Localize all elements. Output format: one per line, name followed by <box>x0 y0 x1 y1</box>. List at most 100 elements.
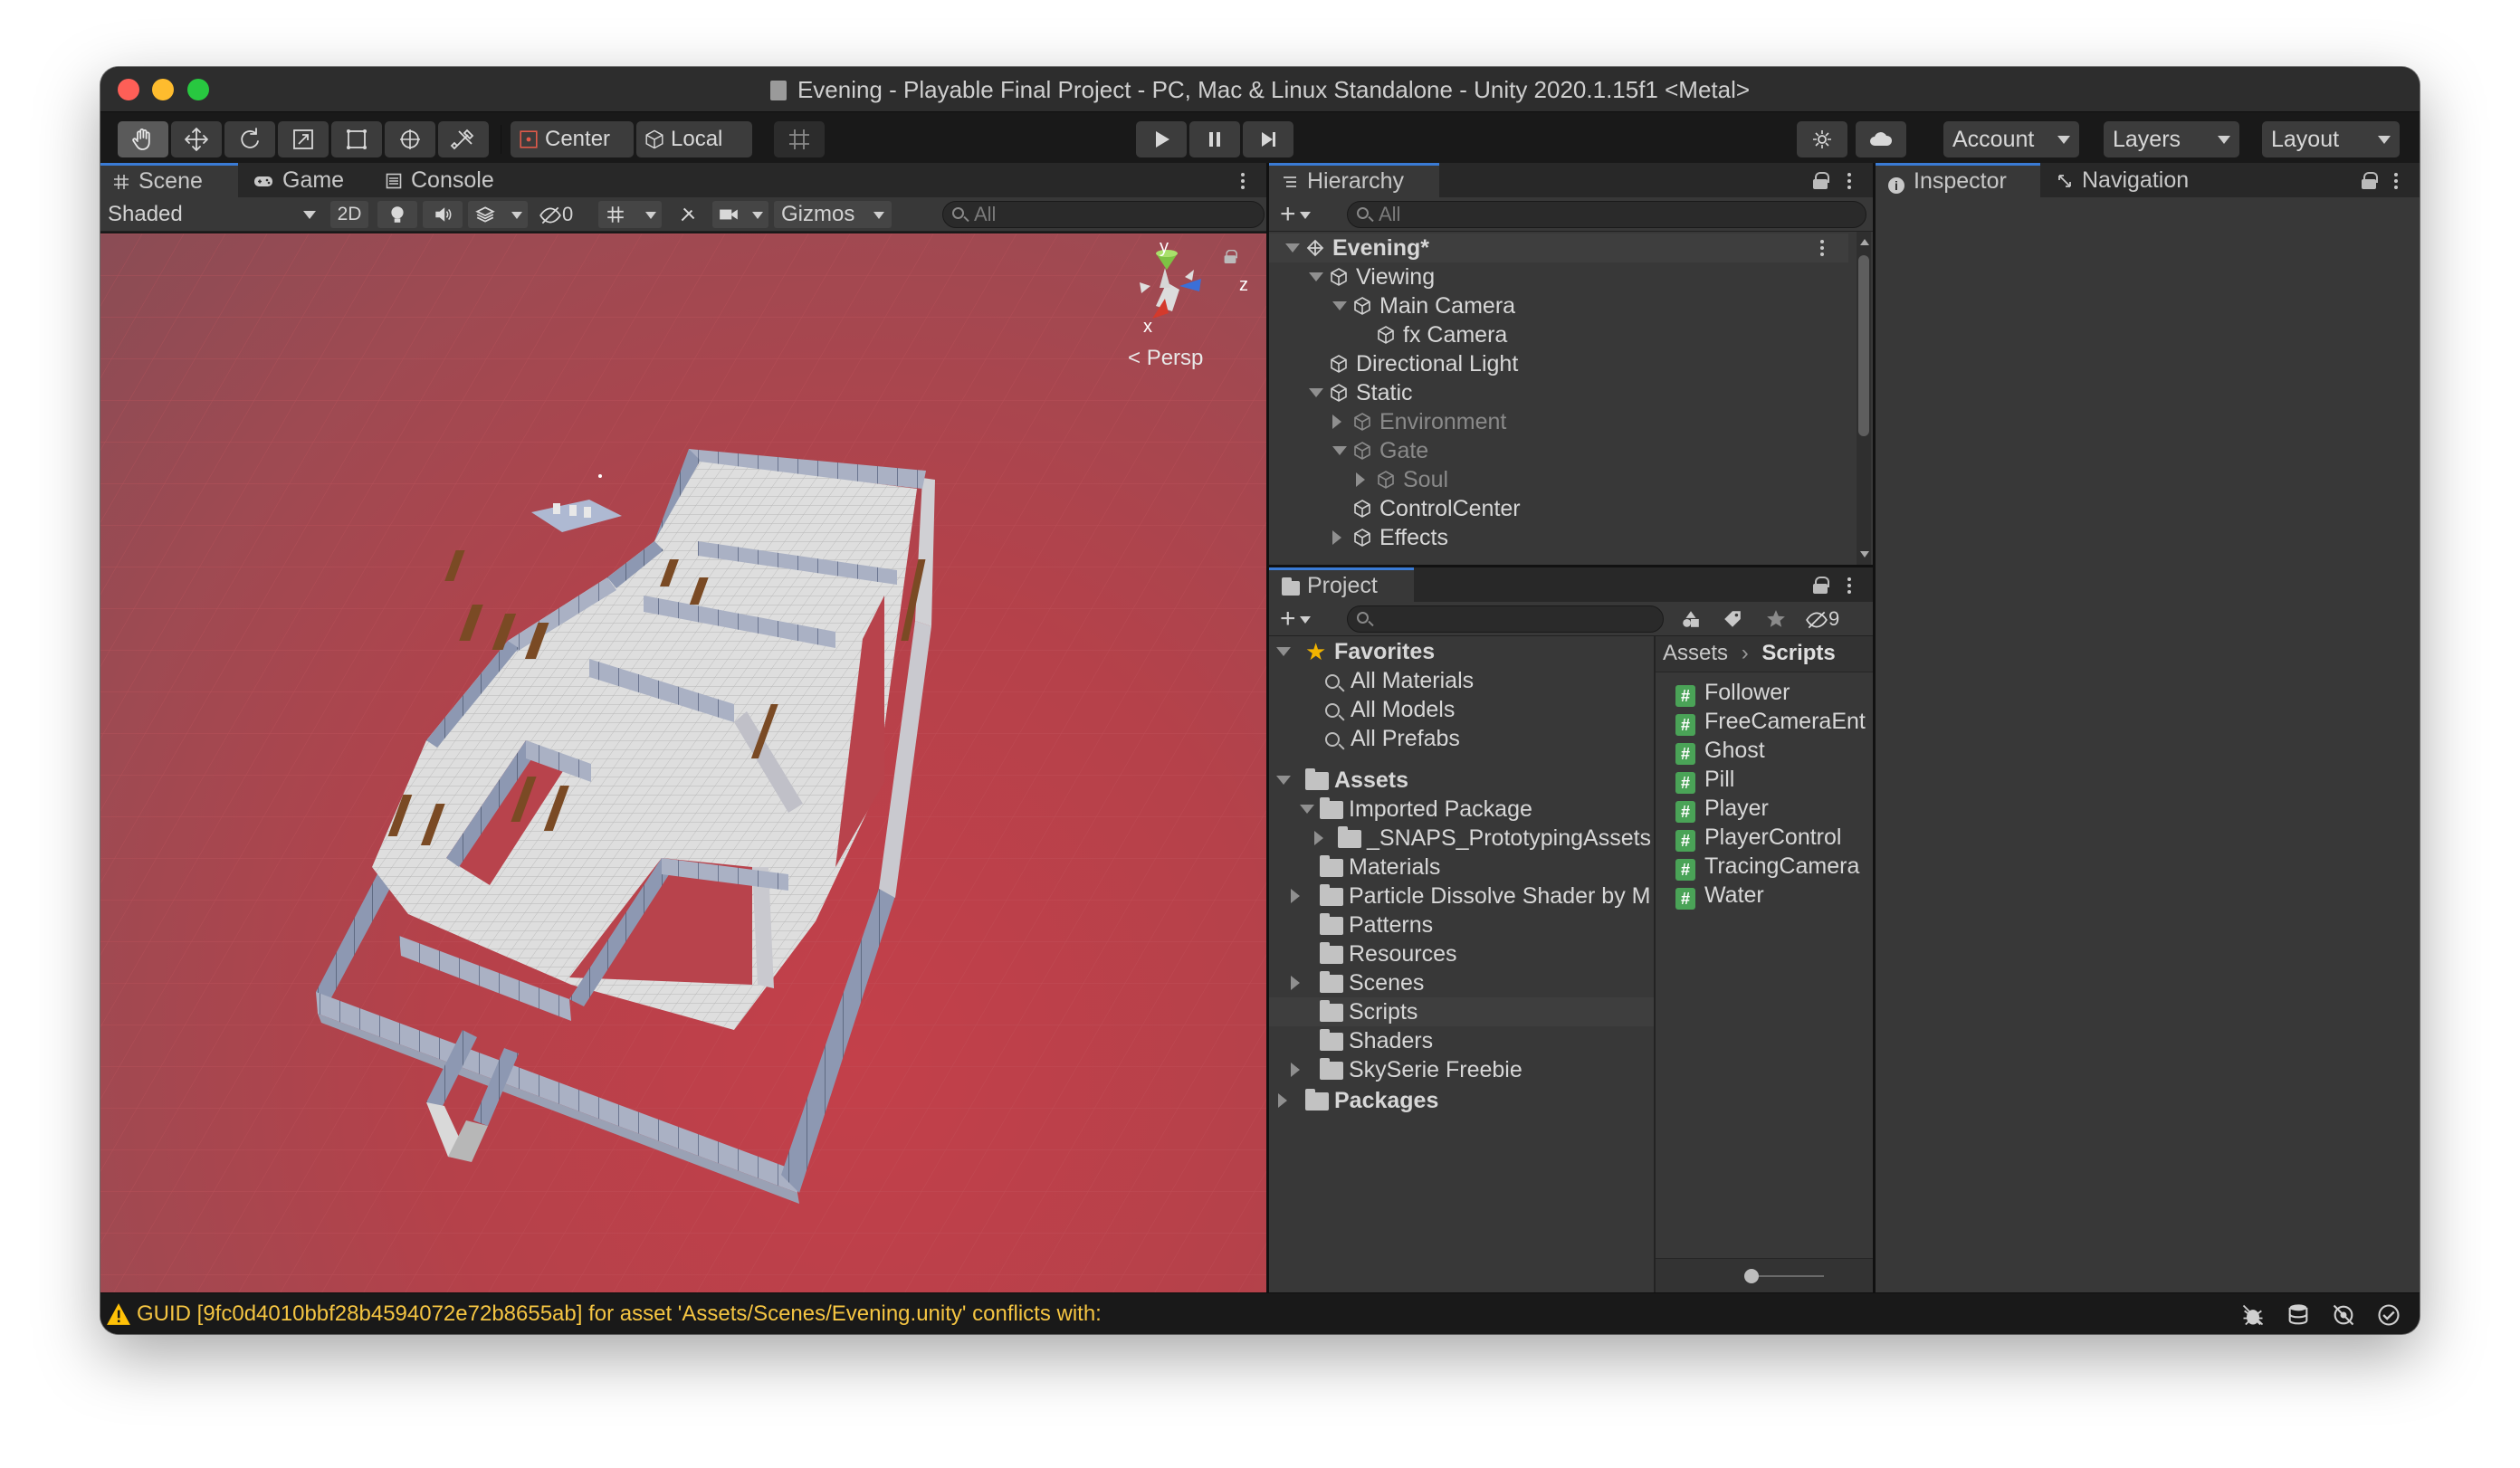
tab-project[interactable]: Project <box>1269 567 1414 602</box>
scene-tools-button[interactable] <box>669 201 707 228</box>
toggle-2d-button[interactable]: 2D <box>330 201 368 228</box>
gizmo-lock-icon[interactable] <box>1223 248 1238 264</box>
tab-navigation[interactable]: Navigation <box>2044 163 2225 197</box>
scroll-up-icon[interactable] <box>1860 239 1869 245</box>
hierarchy-item[interactable]: Evening* <box>1269 234 1848 262</box>
expand-triangle-icon[interactable] <box>1276 647 1291 656</box>
grid-dropdown[interactable] <box>598 201 662 228</box>
rect-tool-button[interactable] <box>331 121 382 157</box>
tab-scene[interactable]: Scene <box>100 163 238 197</box>
expand-triangle-icon[interactable] <box>1300 805 1314 814</box>
breadcrumb-assets[interactable]: Assets <box>1663 641 1728 665</box>
folder-item[interactable]: _SNAPS_PrototypingAssets <box>1269 824 1654 853</box>
projection-toggle[interactable]: < Persp <box>1128 346 1203 371</box>
cache-server-icon[interactable] <box>2286 1302 2311 1328</box>
expand-triangle-icon[interactable] <box>1332 415 1341 429</box>
auto-refresh-off-icon[interactable] <box>2331 1302 2356 1328</box>
project-hidden-toggle[interactable]: 9 <box>1805 605 1865 633</box>
hierarchy-search-field[interactable]: All <box>1347 201 1866 228</box>
favorite-item[interactable]: All Materials <box>1325 666 1474 695</box>
check-circle-icon[interactable] <box>2376 1302 2401 1328</box>
expand-triangle-icon[interactable] <box>1285 243 1300 253</box>
inspector-menu-icon[interactable] <box>2393 170 2399 192</box>
audio-toggle[interactable] <box>423 201 463 228</box>
expand-triangle-icon[interactable] <box>1332 530 1341 545</box>
breadcrumb-scripts[interactable]: Scripts <box>1761 641 1835 665</box>
hierarchy-item[interactable]: fx Camera <box>1269 320 1848 349</box>
script-file-item[interactable]: # TracingCamera <box>1675 852 1859 881</box>
folder-item[interactable]: Particle Dissolve Shader by M <box>1269 882 1654 910</box>
status-message[interactable]: GUID [9fc0d4010bbf28b4594072e72b8655ab] … <box>137 1293 1102 1334</box>
collab-button[interactable] <box>1797 121 1847 157</box>
tab-inspector[interactable]: i Inspector <box>1876 163 2040 197</box>
project-file-list[interactable]: Assets › Scripts # Follower # FreeCameraEnt… <box>1656 636 1873 1292</box>
project-create-button[interactable]: + <box>1280 605 1311 633</box>
layers-dropdown[interactable]: Layers <box>2104 121 2239 157</box>
search-by-type-button[interactable] <box>1673 605 1709 633</box>
folder-item[interactable]: Resources <box>1269 939 1654 968</box>
script-file-item[interactable]: # PlayerControl <box>1675 823 1841 852</box>
hierarchy-item[interactable]: ControlCenter <box>1269 494 1848 523</box>
tab-console[interactable]: Console <box>373 163 527 197</box>
scale-tool-button[interactable] <box>278 121 329 157</box>
icon-size-slider-track[interactable] <box>1750 1275 1824 1277</box>
scroll-down-icon[interactable] <box>1860 551 1869 558</box>
account-dropdown[interactable]: Account <box>1943 121 2079 157</box>
project-lock-icon[interactable] <box>1813 577 1829 594</box>
layout-dropdown[interactable]: Layout <box>2262 121 2400 157</box>
gizmos-dropdown[interactable]: Gizmos <box>774 201 892 228</box>
hierarchy-item[interactable]: Directional Light <box>1269 349 1848 378</box>
lighting-toggle[interactable] <box>377 201 417 228</box>
project-folder-tree[interactable]: ★ Favorites All Materials All Models All… <box>1269 636 1654 1292</box>
hierarchy-list[interactable]: Evening* Viewing Main Camera fx Camera Direc… <box>1269 232 1873 565</box>
scene-viewport[interactable]: y z x < Persp <box>100 234 1266 1292</box>
hierarchy-item[interactable]: Static <box>1269 378 1848 407</box>
pivot-rotation-button[interactable]: Local <box>636 121 752 157</box>
expand-triangle-icon[interactable] <box>1332 446 1347 455</box>
icon-size-slider-thumb[interactable] <box>1744 1269 1759 1283</box>
play-button[interactable] <box>1136 121 1187 157</box>
expand-triangle-icon[interactable] <box>1332 301 1347 310</box>
expand-triangle-icon[interactable] <box>1356 472 1365 487</box>
custom-tool-button[interactable] <box>438 121 489 157</box>
project-search-field[interactable] <box>1347 605 1664 633</box>
draw-mode-dropdown[interactable]: Shaded <box>108 200 321 229</box>
folder-item[interactable]: Scripts <box>1269 997 1654 1026</box>
expand-triangle-icon[interactable] <box>1291 976 1300 990</box>
script-file-item[interactable]: # FreeCameraEnt <box>1675 707 1866 736</box>
grid-snap-button[interactable] <box>774 121 825 157</box>
hierarchy-item[interactable]: Soul <box>1269 465 1848 494</box>
tab-game[interactable]: Game <box>241 163 371 197</box>
hierarchy-scroll-thumb[interactable] <box>1858 255 1869 436</box>
bug-icon[interactable] <box>2240 1302 2266 1328</box>
script-file-item[interactable]: # Water <box>1675 881 1764 910</box>
scene-menu-icon[interactable] <box>1819 237 1825 259</box>
hand-tool-button[interactable] <box>118 121 168 157</box>
expand-triangle-icon[interactable] <box>1291 1063 1300 1077</box>
folder-item[interactable]: Patterns <box>1269 910 1654 939</box>
hierarchy-item[interactable]: Effects <box>1269 523 1848 552</box>
hierarchy-create-button[interactable]: + <box>1280 201 1311 228</box>
inspector-lock-icon[interactable] <box>2362 172 2378 189</box>
transform-tool-button[interactable] <box>385 121 435 157</box>
scene-search-field[interactable]: All <box>942 201 1265 228</box>
folder-item[interactable]: Shaders <box>1269 1026 1654 1055</box>
folder-item[interactable]: Materials <box>1269 853 1654 882</box>
expand-triangle-icon[interactable] <box>1278 1093 1287 1108</box>
expand-triangle-icon[interactable] <box>1314 831 1323 845</box>
hierarchy-item[interactable]: Main Camera <box>1269 291 1848 320</box>
hierarchy-item[interactable]: Environment <box>1269 407 1848 436</box>
script-file-item[interactable]: # Follower <box>1675 678 1790 707</box>
hierarchy-scrollbar[interactable] <box>1857 232 1871 565</box>
pause-button[interactable] <box>1189 121 1240 157</box>
hierarchy-menu-icon[interactable] <box>1847 170 1852 192</box>
hierarchy-item[interactable]: Viewing <box>1269 262 1848 291</box>
folder-item[interactable]: Scenes <box>1269 968 1654 997</box>
folder-item[interactable]: SkySerie Freebie <box>1269 1055 1654 1084</box>
favorites-filter-button[interactable] <box>1758 605 1794 633</box>
favorite-item[interactable]: All Models <box>1325 695 1455 724</box>
favorite-item[interactable]: All Prefabs <box>1325 724 1460 753</box>
expand-triangle-icon[interactable] <box>1309 388 1323 397</box>
expand-triangle-icon[interactable] <box>1291 889 1300 903</box>
expand-triangle-icon[interactable] <box>1276 776 1291 785</box>
